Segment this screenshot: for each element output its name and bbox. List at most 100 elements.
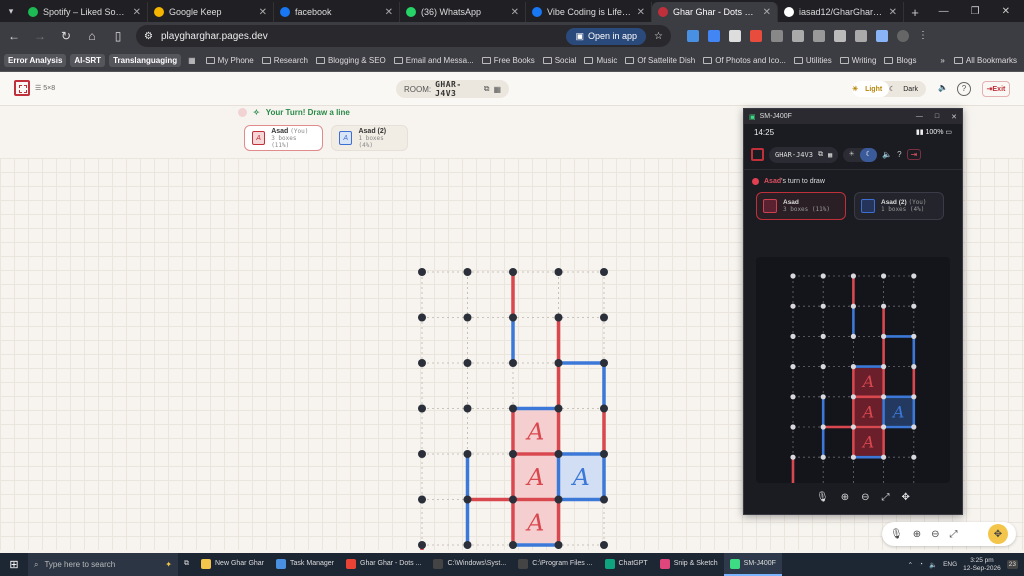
bookmark-folder[interactable]: Free Books <box>479 56 538 65</box>
browser-tab[interactable]: (36) WhatsApp ✕ <box>400 2 526 22</box>
tab-close-icon[interactable]: ✕ <box>889 7 897 18</box>
exit-icon[interactable]: ⇥ <box>906 149 922 160</box>
more-bookmarks-icon[interactable]: » <box>940 56 944 65</box>
tab-search-icon[interactable]: ▾ <box>0 0 22 22</box>
address-bar[interactable]: ⚙ playgharghar.pages.dev ▣ Open in app ☆ <box>136 25 671 47</box>
close-window-icon[interactable]: ✕ <box>1002 6 1010 17</box>
fit-icon[interactable]: ⤢ <box>949 529 957 540</box>
language-indicator[interactable]: ENG <box>943 561 957 568</box>
back-icon[interactable]: ← <box>6 28 22 44</box>
notification-icon[interactable]: 23 <box>1006 560 1018 569</box>
tab-close-icon[interactable]: ✕ <box>133 7 141 18</box>
extension-icon[interactable] <box>771 30 783 42</box>
tab-close-icon[interactable]: ✕ <box>511 7 519 18</box>
sun-icon[interactable]: ☀ <box>843 148 860 162</box>
bookmark-folder[interactable]: Of Photos and Ico... <box>700 56 789 65</box>
tab-close-icon[interactable]: ✕ <box>385 7 393 18</box>
taskbar-app[interactable]: New Ghar Ghar <box>195 553 270 576</box>
extension-icon[interactable] <box>687 30 699 42</box>
tab-close-icon[interactable]: ✕ <box>637 7 645 18</box>
taskbar-search[interactable]: ⌕ Type here to search ✦ <box>28 553 178 576</box>
zoom-out-icon[interactable]: ⊖ <box>861 492 869 503</box>
bookmark-folder[interactable]: Of Sattelite Dish <box>622 56 698 65</box>
bookmark-folder[interactable]: Research <box>259 56 311 65</box>
extension-icon[interactable] <box>708 30 720 42</box>
taskbar-app[interactable]: C:\Program Files ... <box>512 553 598 576</box>
reload-icon[interactable]: ↻ <box>58 28 74 44</box>
windows-start-icon[interactable]: ⊞ <box>0 558 28 571</box>
network-icon[interactable]: ◔ <box>919 561 923 568</box>
sound-icon[interactable]: 🔈 <box>882 150 892 159</box>
maximize-icon[interactable]: □ <box>935 113 939 121</box>
screenshot-icon[interactable] <box>855 30 867 42</box>
qr-icon[interactable]: ▦ <box>828 151 832 159</box>
taskbar-app[interactable]: C:\Windows\Syst... <box>427 553 512 576</box>
bookmark-folder[interactable]: Blogging & SEO <box>313 56 389 65</box>
menu-icon[interactable]: ⋮ <box>918 30 930 42</box>
extension-icon[interactable] <box>729 30 741 42</box>
close-icon[interactable]: ✕ <box>951 113 957 121</box>
taskbar-app[interactable]: ChatGPT <box>599 553 654 576</box>
browser-tab[interactable]: Spotify – Liked Songs ✕ <box>22 2 148 22</box>
theme-light-button[interactable]: ☀ Light <box>852 81 889 97</box>
copy-icon[interactable]: ⧉ <box>484 84 490 94</box>
open-in-app-button[interactable]: ▣ Open in app <box>566 27 647 45</box>
history-icon[interactable] <box>813 30 825 42</box>
zoom-out-icon[interactable]: ⊖ <box>931 529 939 540</box>
taskbar-app[interactable]: Task Manager <box>270 553 340 576</box>
profile-avatar[interactable] <box>897 30 909 42</box>
moon-icon[interactable]: ☾ <box>860 147 878 162</box>
browser-tab[interactable]: iasad12/GharGharOnline: A ✕ <box>778 2 904 22</box>
side-panel-icon[interactable]: ▯ <box>110 28 126 44</box>
bookmark-chip[interactable]: Error Analysis <box>4 54 67 67</box>
taskbar-app[interactable]: SM-J400F <box>723 553 782 576</box>
forward-icon[interactable]: → <box>32 28 48 44</box>
all-bookmarks[interactable]: All Bookmarks <box>951 56 1020 65</box>
mic-icon[interactable]: 🎙 <box>816 492 829 503</box>
qr-icon[interactable]: ▦ <box>493 85 501 94</box>
minimize-icon[interactable]: — <box>916 113 923 121</box>
volume-icon[interactable]: 🔈 <box>929 561 937 569</box>
bookmark-folder[interactable]: Email and Messa... <box>391 56 477 65</box>
bookmark-folder[interactable]: Music <box>581 56 620 65</box>
zoom-in-icon[interactable]: ⊕ <box>913 529 921 540</box>
bookmark-folder[interactable]: Social <box>540 56 580 65</box>
help-icon[interactable]: ? <box>957 82 971 96</box>
browser-tab[interactable]: Ghar Ghar - Dots & Boxes M ✕ <box>652 2 778 22</box>
taskbar-app[interactable]: Ghar Ghar - Dots ... <box>340 553 427 576</box>
bookmark-folder[interactable]: Writing <box>837 56 880 65</box>
pan-button[interactable]: ✥ <box>988 524 1008 544</box>
home-icon[interactable]: ⌂ <box>84 28 100 44</box>
copy-icon[interactable]: ⧉ <box>818 150 823 159</box>
puzzle-icon[interactable] <box>792 30 804 42</box>
mic-icon[interactable]: 🎙 <box>890 529 903 540</box>
pan-icon[interactable]: ✥ <box>901 492 909 503</box>
bookmark-chip[interactable]: AI-SRT <box>70 54 106 67</box>
help-icon[interactable]: ? <box>897 150 901 159</box>
browser-tab[interactable]: facebook ✕ <box>274 2 400 22</box>
bookmark-folder[interactable]: Blogs <box>881 56 919 65</box>
fit-icon[interactable]: ⤢ <box>881 492 889 503</box>
tab-close-icon[interactable]: ✕ <box>763 7 771 18</box>
browser-tab[interactable]: Google Keep ✕ <box>148 2 274 22</box>
zoom-in-icon[interactable]: ⊕ <box>841 492 849 503</box>
bookmark-folder[interactable]: Utilities <box>791 56 835 65</box>
bookmark-chip[interactable]: Translanguaging <box>109 54 182 67</box>
translate-icon[interactable] <box>876 30 888 42</box>
minimize-icon[interactable]: — <box>939 6 949 17</box>
maximize-icon[interactable]: ❐ <box>971 6 980 17</box>
sound-icon[interactable]: 🔈 <box>936 82 950 96</box>
new-tab-button[interactable]: + <box>904 2 926 22</box>
print-icon[interactable] <box>834 30 846 42</box>
tray-overflow-icon[interactable]: ⌃ <box>908 561 913 569</box>
site-info-icon[interactable]: ⚙ <box>144 31 153 42</box>
extension-icon[interactable] <box>750 30 762 42</box>
bookmark-star-icon[interactable]: ☆ <box>654 31 663 42</box>
bookmark-folder[interactable]: My Phone <box>203 56 257 65</box>
taskbar-app[interactable]: Snip & Sketch <box>654 553 724 576</box>
task-view-icon[interactable]: ⧉ <box>178 553 195 576</box>
tab-close-icon[interactable]: ✕ <box>259 7 267 18</box>
apps-grid-icon[interactable]: ▦ <box>185 56 199 65</box>
theme-dark-button[interactable]: ☾ Dark <box>889 81 926 97</box>
browser-tab[interactable]: Vibe Coding is Life | Facebo ✕ <box>526 2 652 22</box>
